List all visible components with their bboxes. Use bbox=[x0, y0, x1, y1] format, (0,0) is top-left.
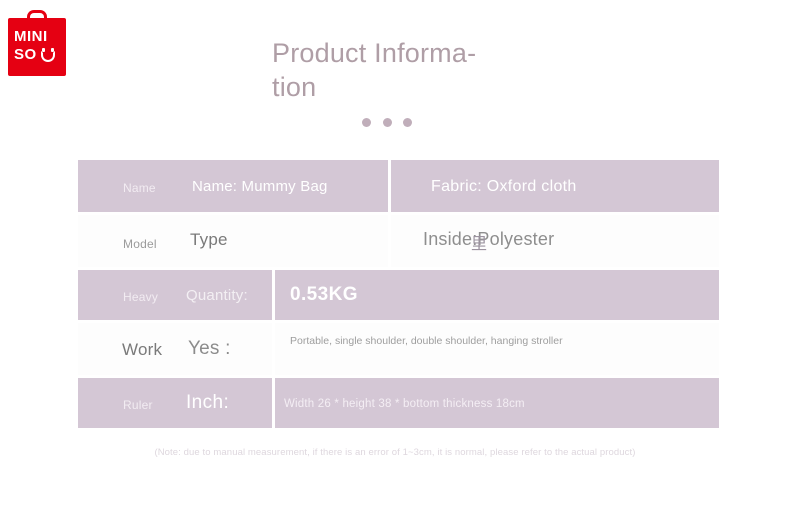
row-label-ruler: Ruler bbox=[123, 398, 153, 412]
row-value-inch: Inch: bbox=[186, 392, 230, 413]
dot-1 bbox=[362, 118, 371, 127]
logo-wordmark-line2: SO bbox=[14, 46, 37, 63]
row-label-work: Work bbox=[122, 340, 163, 359]
product-information-table: Name Name: Mummy Bag Fabric: Oxford clot… bbox=[78, 160, 719, 428]
table-row: Heavy Quantity: 0.53KG bbox=[78, 270, 719, 320]
row4-divider bbox=[272, 323, 275, 375]
row-value-name: Name: Mummy Bag bbox=[192, 178, 328, 195]
row5-divider bbox=[272, 378, 275, 428]
table-row: Ruler Inch: Width 26 * height 38 * botto… bbox=[78, 378, 719, 428]
table-row: Work Yes : Portable, single shoulder, do… bbox=[78, 323, 719, 375]
row-label-model: Model bbox=[123, 237, 157, 251]
row-value-inside: Inside:Polyester 里 bbox=[423, 229, 555, 253]
dot-3 bbox=[403, 118, 412, 127]
row-label-heavy: Heavy bbox=[123, 290, 159, 304]
row-value-yes: Yes : bbox=[188, 338, 231, 359]
miniso-logo: MINI SO bbox=[8, 8, 66, 76]
measurement-note: (Note: due to manual measurement, if the… bbox=[154, 447, 636, 458]
row3-divider bbox=[272, 270, 275, 320]
row-value-dimensions: Width 26 * height 38 * bottom thickness … bbox=[284, 398, 525, 410]
row-value-type: Type bbox=[190, 230, 228, 249]
logo-wordmark: MINI SO bbox=[8, 18, 66, 76]
row-value-carry-modes: Portable, single shoulder, double should… bbox=[290, 335, 563, 347]
row-value-inside-text: Inside:Polyester bbox=[423, 229, 555, 249]
row-value-weight: 0.53KG bbox=[290, 284, 358, 305]
row1-divider bbox=[388, 160, 391, 212]
logo-smile-icon bbox=[41, 48, 55, 62]
row-value-quantity: Quantity: bbox=[186, 287, 248, 304]
title-dots-decoration bbox=[362, 118, 412, 127]
row-label-name: Name bbox=[123, 181, 156, 195]
logo-wordmark-line1: MINI bbox=[14, 28, 48, 45]
dot-2 bbox=[382, 118, 392, 127]
table-row: Name Name: Mummy Bag Fabric: Oxford clot… bbox=[78, 160, 719, 212]
row-value-inside-cjk-overlay: 里 bbox=[471, 234, 488, 253]
row-value-fabric: Fabric: Oxford cloth bbox=[431, 178, 577, 195]
row2-divider bbox=[388, 215, 391, 267]
page-title: Product Informa- tion bbox=[272, 38, 477, 102]
table-row: Model Type Inside:Polyester 里 bbox=[78, 215, 719, 267]
